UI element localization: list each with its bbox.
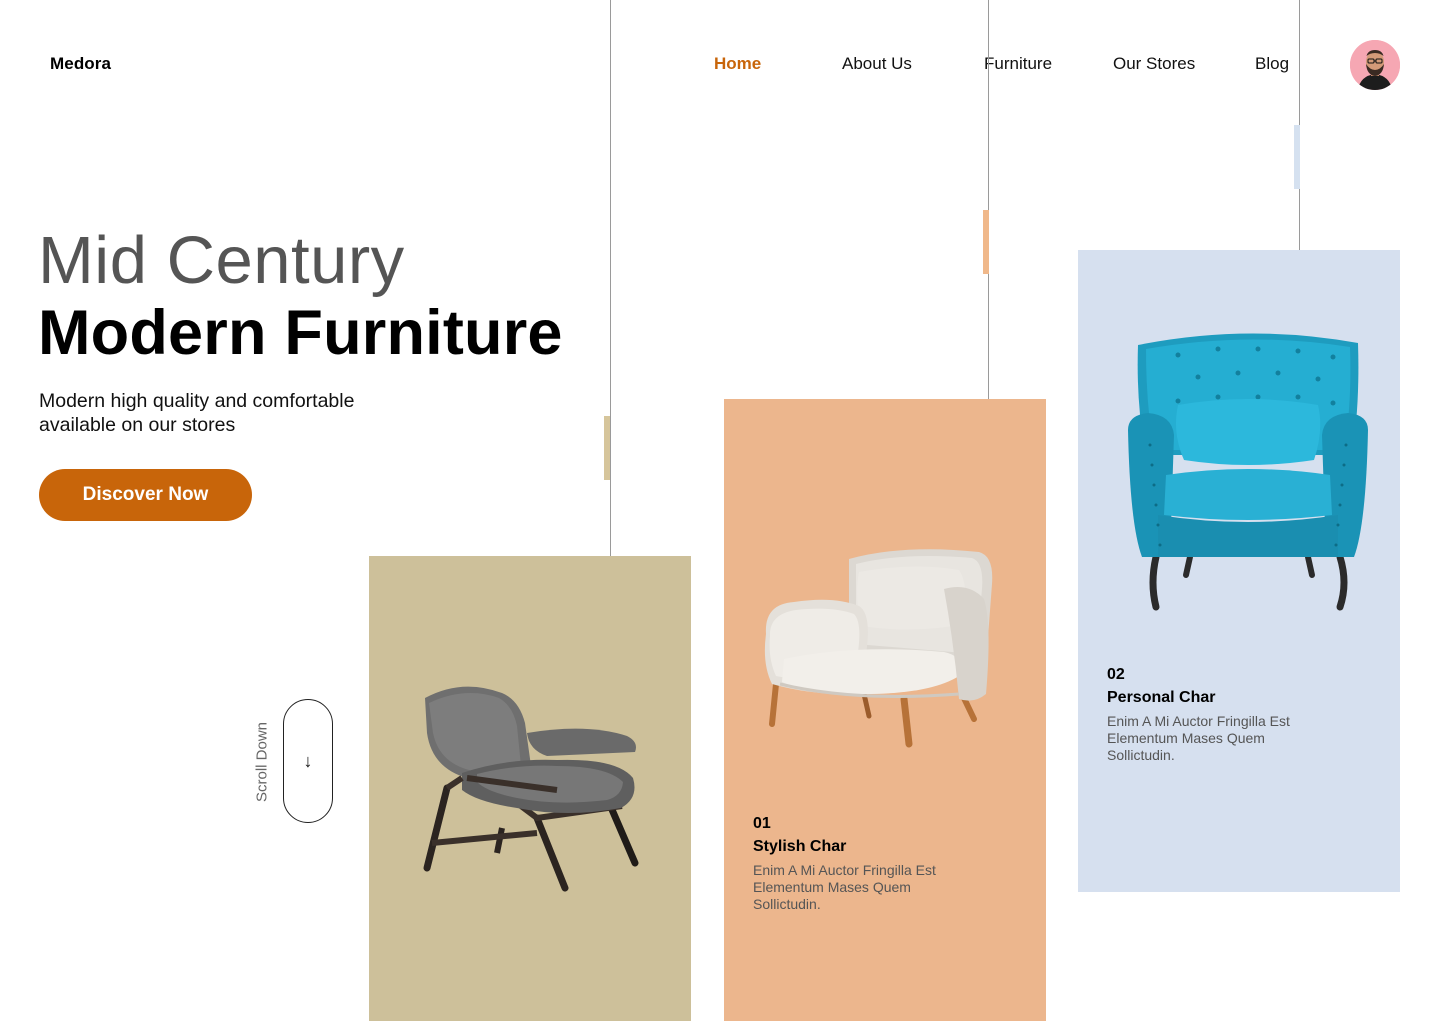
nav-item-blog[interactable]: Blog xyxy=(1255,54,1289,74)
hanging-tab xyxy=(604,416,610,480)
nav-item-home[interactable]: Home xyxy=(714,54,761,74)
nav-item-about-us[interactable]: About Us xyxy=(842,54,912,74)
hero-title-bold: Modern Furniture xyxy=(38,298,563,368)
product-card-personal-char[interactable]: 02 Personal Char Enim A Mi Auctor Fringi… xyxy=(1078,250,1400,892)
nav-item-furniture[interactable]: Furniture xyxy=(984,54,1052,74)
white-armchair-icon xyxy=(764,549,993,748)
product-card-grey-lounge[interactable] xyxy=(369,556,691,1021)
product-name: Stylish Char xyxy=(753,838,847,855)
hanging-line xyxy=(988,0,989,399)
hero-subtitle-line: available on our stores xyxy=(39,414,236,436)
grey-lounge-chair-icon xyxy=(423,686,639,892)
hero-subtitle-line: Modern high quality and comfortable xyxy=(39,390,355,412)
product-card-stylish-char[interactable]: 01 Stylish Char Enim A Mi Auctor Fringil… xyxy=(724,399,1046,1021)
hero-title-light: Mid Century xyxy=(38,223,405,298)
product-name: Personal Char xyxy=(1107,689,1216,706)
product-description: Enim A Mi Auctor Fringilla Est Elementum… xyxy=(753,862,936,912)
product-number: 01 xyxy=(753,815,771,832)
hanging-line xyxy=(610,0,611,556)
user-avatar-icon xyxy=(1350,40,1400,90)
arrow-down-icon: ↓ xyxy=(303,750,313,771)
hanging-tab xyxy=(983,210,989,274)
product-number: 02 xyxy=(1107,666,1125,683)
scroll-down-label: Scroll Down xyxy=(253,721,271,803)
discover-now-button[interactable]: Discover Now xyxy=(39,469,252,521)
teal-tufted-armchair-icon xyxy=(1128,333,1368,611)
product-description: Enim A Mi Auctor Fringilla Est Elementum… xyxy=(1107,713,1290,763)
hero-subtitle: Modern high quality and comfortable avai… xyxy=(39,389,419,437)
hanging-tab xyxy=(1294,125,1300,189)
brand-logo[interactable]: Medora xyxy=(50,54,111,74)
user-avatar[interactable] xyxy=(1350,40,1400,90)
nav-item-our-stores[interactable]: Our Stores xyxy=(1113,54,1195,74)
scroll-down-button[interactable]: ↓ xyxy=(283,699,333,823)
